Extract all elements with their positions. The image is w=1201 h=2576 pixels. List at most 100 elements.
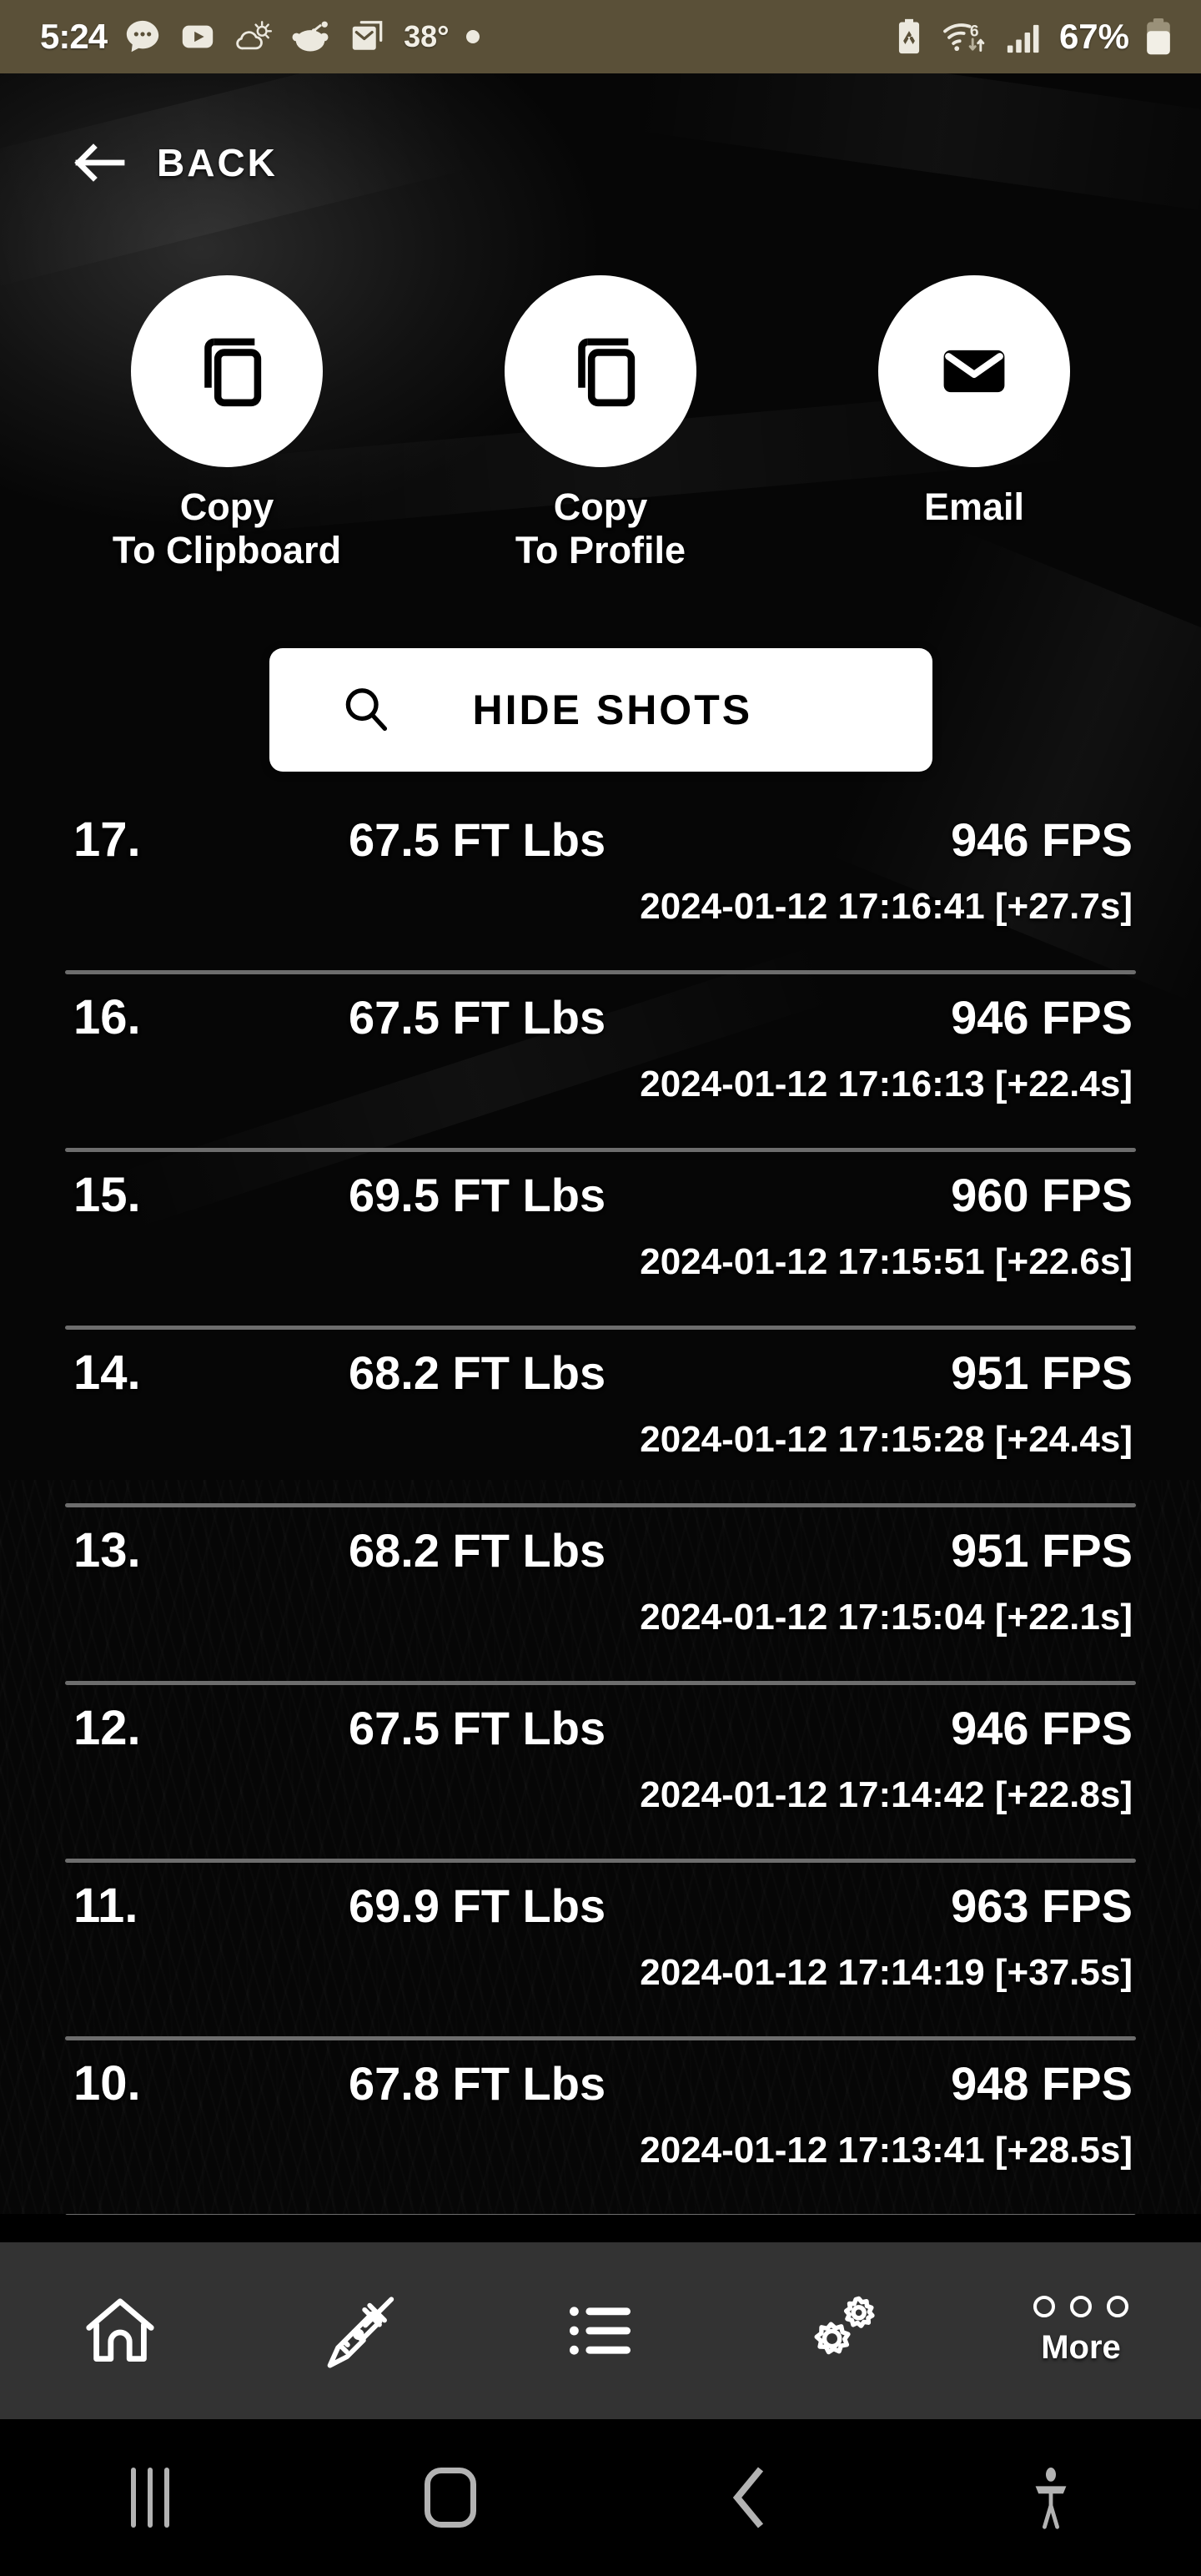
- nav-item-home[interactable]: [0, 2242, 240, 2419]
- copy-to-profile-circle[interactable]: [505, 275, 696, 467]
- shot-timestamp: 2024-01-12 17:14:19 [+37.5s]: [640, 1952, 1133, 1993]
- nav-item-settings[interactable]: [721, 2242, 961, 2419]
- youtube-icon: [182, 25, 214, 48]
- status-dot-icon: [465, 30, 480, 43]
- table-row[interactable]: 12. 67.5 FT Lbs 946 FPS 2024-01-12 17:14…: [0, 1685, 1201, 1863]
- table-row[interactable]: 11. 69.9 FT Lbs 963 FPS 2024-01-12 17:14…: [0, 1863, 1201, 2040]
- copy-icon: [204, 338, 262, 407]
- email-button[interactable]: Email: [832, 275, 1116, 572]
- status-bar: 5:24 38° 6 67%: [0, 0, 1201, 73]
- shot-index: 17.: [73, 813, 141, 867]
- shot-speed: 946 FPS: [951, 1702, 1133, 1754]
- sys-accessibility-button[interactable]: [901, 2419, 1201, 2576]
- three-dots-icon: [1033, 2295, 1128, 2317]
- email-label: Email: [924, 486, 1024, 529]
- nav-item-rifle[interactable]: [240, 2242, 480, 2419]
- copy-to-clipboard-label: Copy To Clipboard: [113, 486, 341, 572]
- shot-timestamp: 2024-01-12 17:15:28 [+24.4s]: [640, 1419, 1133, 1460]
- copy-to-clipboard-circle[interactable]: [131, 275, 323, 467]
- copy-to-clipboard-label-line1: Copy: [179, 486, 274, 528]
- row-divider: [65, 2214, 1136, 2215]
- shot-energy: 67.5 FT Lbs: [349, 1702, 606, 1754]
- shot-index: 16.: [73, 990, 141, 1044]
- recents-icon: [131, 2468, 169, 2528]
- shot-speed: 960 FPS: [951, 1169, 1133, 1221]
- system-navigation-bar: [0, 2419, 1201, 2576]
- shot-energy: 69.9 FT Lbs: [349, 1879, 606, 1932]
- shot-speed: 963 FPS: [951, 1879, 1133, 1932]
- shot-energy: 68.2 FT Lbs: [349, 1346, 606, 1399]
- home-icon: [425, 2468, 476, 2528]
- shot-timestamp: 2024-01-12 17:14:42 [+22.8s]: [640, 1774, 1133, 1815]
- gears-icon: [814, 2296, 875, 2355]
- shot-timestamp: 2024-01-12 17:16:13 [+22.4s]: [640, 1064, 1133, 1104]
- shot-energy: 67.5 FT Lbs: [349, 813, 606, 866]
- shot-index: 15.: [73, 1168, 141, 1222]
- svg-text:6: 6: [970, 23, 979, 41]
- copy-icon: [578, 338, 636, 407]
- email-circle[interactable]: [878, 275, 1070, 467]
- shot-index: 10.: [73, 2056, 141, 2111]
- wifi6-icon: 6: [943, 23, 985, 52]
- copy-to-clipboard-label-line2: To Clipboard: [112, 529, 342, 572]
- arrow-left-icon[interactable]: [73, 140, 125, 185]
- email-label-line1: Email: [923, 486, 1025, 528]
- shot-list[interactable]: 17. 67.5 FT Lbs 946 FPS 2024-01-12 17:16…: [0, 797, 1201, 2215]
- envelope-icon: [943, 350, 1005, 393]
- shot-timestamp: 2024-01-12 17:15:51 [+22.6s]: [640, 1241, 1133, 1282]
- messages-icon: [126, 20, 159, 53]
- hide-shots-button[interactable]: HIDE SHOTS: [269, 648, 932, 772]
- cellular-signal-icon: [1007, 24, 1039, 53]
- table-row[interactable]: 14. 68.2 FT Lbs 951 FPS 2024-01-12 17:15…: [0, 1330, 1201, 1507]
- action-buttons-row: Copy To Clipboard Copy To Profile Email: [0, 275, 1201, 572]
- hide-shots-wrap: HIDE SHOTS: [0, 648, 1201, 772]
- table-row[interactable]: 13. 68.2 FT Lbs 951 FPS 2024-01-12 17:15…: [0, 1507, 1201, 1685]
- shot-energy: 69.5 FT Lbs: [349, 1169, 606, 1221]
- shot-index: 12.: [73, 1701, 141, 1755]
- shot-energy: 67.8 FT Lbs: [349, 2057, 606, 2110]
- bottom-navigation: More: [0, 2242, 1201, 2419]
- shot-timestamp: 2024-01-12 17:16:41 [+27.7s]: [640, 886, 1133, 927]
- status-clock: 5:24: [40, 17, 108, 56]
- phone-screen: 5:24 38° 6 67% BACK Copy To Clipboard Co…: [0, 0, 1201, 2576]
- shot-speed: 948 FPS: [951, 2057, 1133, 2110]
- shot-index: 14.: [73, 1346, 141, 1400]
- status-temperature: 38°: [404, 19, 450, 53]
- gmail-icon: [352, 21, 383, 50]
- shot-timestamp: 2024-01-12 17:13:41 [+28.5s]: [640, 2130, 1133, 2171]
- copy-to-profile-label: Copy To Profile: [515, 486, 686, 572]
- shot-energy: 67.5 FT Lbs: [349, 991, 606, 1044]
- search-icon: [345, 688, 387, 732]
- shot-timestamp: 2024-01-12 17:15:04 [+22.1s]: [640, 1597, 1133, 1638]
- copy-to-clipboard-button[interactable]: Copy To Clipboard: [85, 275, 369, 572]
- nav-more-label: More: [1041, 2328, 1121, 2366]
- home-icon: [86, 2298, 154, 2362]
- hide-shots-label: HIDE SHOTS: [472, 687, 753, 733]
- table-row[interactable]: 16. 67.5 FT Lbs 946 FPS 2024-01-12 17:16…: [0, 974, 1201, 1152]
- weather-icon: [236, 21, 273, 50]
- nav-item-list[interactable]: [480, 2242, 721, 2419]
- back-button[interactable]: BACK: [0, 117, 1201, 209]
- table-row[interactable]: 15. 69.5 FT Lbs 960 FPS 2024-01-12 17:15…: [0, 1152, 1201, 1330]
- back-icon: [732, 2467, 764, 2528]
- rifle-icon: [327, 2297, 394, 2368]
- copy-to-profile-button[interactable]: Copy To Profile: [459, 275, 742, 572]
- copy-to-profile-label-line1: Copy: [553, 486, 648, 528]
- shot-index: 13.: [73, 1523, 141, 1577]
- battery-icon: [1147, 18, 1170, 55]
- reddit-icon: [292, 21, 329, 52]
- table-row[interactable]: 17. 67.5 FT Lbs 946 FPS 2024-01-12 17:16…: [0, 797, 1201, 974]
- list-icon: [570, 2307, 631, 2355]
- shot-speed: 951 FPS: [951, 1524, 1133, 1577]
- accessibility-icon: [1035, 2468, 1067, 2529]
- sys-recents-button[interactable]: [0, 2419, 300, 2576]
- shot-speed: 951 FPS: [951, 1346, 1133, 1399]
- sys-home-button[interactable]: [300, 2419, 600, 2576]
- sys-back-button[interactable]: [600, 2419, 901, 2576]
- shot-energy: 68.2 FT Lbs: [349, 1524, 606, 1577]
- battery-saver-icon: [898, 18, 920, 54]
- nav-item-more[interactable]: More: [961, 2242, 1201, 2419]
- battery-percent-label: 67%: [1058, 17, 1129, 56]
- copy-to-profile-label-line2: To Profile: [515, 529, 686, 572]
- table-row[interactable]: 10. 67.8 FT Lbs 948 FPS 2024-01-12 17:13…: [0, 2040, 1201, 2215]
